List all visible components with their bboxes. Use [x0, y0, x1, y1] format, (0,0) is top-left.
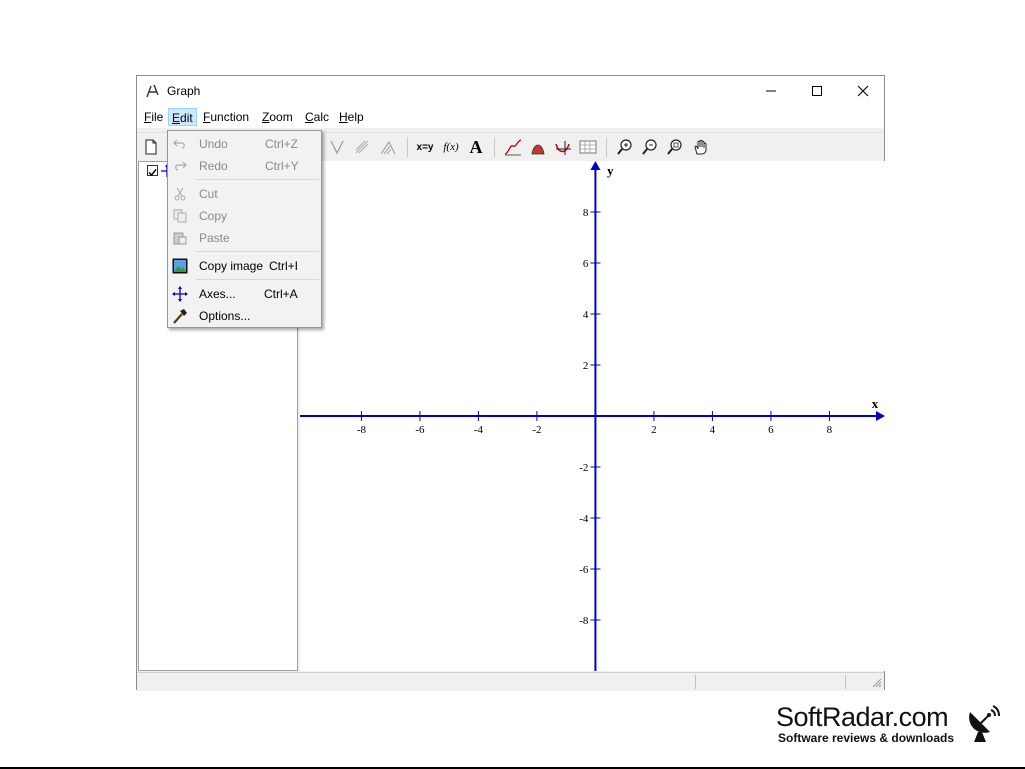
pan-hand-icon[interactable]	[691, 137, 711, 157]
menu-bar: File Edit Function Zoom Calc Help	[137, 106, 884, 128]
close-icon	[857, 85, 869, 97]
softradar-watermark: SoftRadar.com Software reviews & downloa…	[776, 702, 1006, 750]
menu-edit[interactable]: Edit	[168, 108, 197, 126]
maximize-button[interactable]	[794, 76, 840, 106]
watermark-tagline: Software reviews & downloads	[778, 731, 955, 745]
x-tick-label: -4	[474, 424, 484, 436]
axes-icon	[172, 286, 188, 302]
paste-icon	[172, 230, 188, 246]
watermark-brand: SoftRadar.com	[776, 702, 949, 732]
menu-calc[interactable]: Calc	[302, 108, 332, 126]
maximize-icon	[812, 86, 822, 96]
image-icon	[172, 258, 188, 274]
x-tick-label: -8	[357, 424, 367, 436]
copy-icon	[172, 208, 188, 224]
x-axis-label: x	[872, 396, 879, 411]
y-axis-label: y	[607, 163, 614, 178]
minimize-icon	[766, 90, 776, 92]
title-bar: Graph	[137, 76, 884, 106]
menu-item-cut[interactable]: Cut	[168, 183, 321, 205]
y-tick-label: 2	[583, 360, 589, 372]
x-tick-label: 6	[768, 424, 774, 436]
x-tick-label: 2	[651, 424, 657, 436]
graph-app-icon[interactable]	[145, 83, 161, 99]
x-axis-arrow	[876, 411, 885, 421]
y-tick-label: -6	[579, 564, 589, 576]
hammer-icon	[172, 308, 188, 324]
tangent-icon[interactable]	[327, 137, 347, 157]
resize-grip-icon[interactable]	[872, 677, 882, 691]
menu-item-undo[interactable]: Undo Ctrl+Z	[168, 133, 321, 155]
zoom-out-icon[interactable]	[640, 137, 660, 157]
y-tick-label: -2	[579, 462, 588, 474]
menu-function[interactable]: Function	[200, 108, 252, 126]
table-icon[interactable]	[578, 137, 598, 157]
insert-text-icon[interactable]: A	[466, 137, 486, 157]
menu-zoom[interactable]: Zoom	[259, 108, 296, 126]
menu-item-redo[interactable]: Redo Ctrl+Y	[168, 155, 321, 177]
menu-separator	[196, 251, 319, 252]
zoom-square-icon[interactable]	[665, 137, 685, 157]
coordinate-plane[interactable]: -8 -6 -4 -2 2 4 6 8 8 6 4 2 -2 -4 -6 -8 x y	[300, 161, 885, 671]
minimize-button[interactable]	[748, 76, 794, 106]
menu-item-copy[interactable]: Copy	[168, 205, 321, 227]
plot-area[interactable]: -8 -6 -4 -2 2 4 6 8 8 6 4 2 -2 -4 -6 -8 x y	[300, 161, 885, 671]
menu-item-axes[interactable]: Axes... Ctrl+A	[168, 283, 321, 305]
redo-icon	[172, 158, 188, 174]
close-button[interactable]	[840, 76, 886, 106]
y-tick-label: -8	[579, 615, 589, 627]
status-divider	[845, 675, 846, 689]
x-tick-label: -2	[532, 424, 541, 436]
menu-item-paste[interactable]: Paste	[168, 227, 321, 249]
x-tick-label: 4	[710, 424, 716, 436]
y-tick-label: 4	[583, 309, 589, 321]
toolbar-separator	[606, 137, 607, 157]
x-tick-label: 8	[827, 424, 833, 436]
new-file-icon[interactable]	[141, 137, 161, 157]
evaluate-fx-label[interactable]: f(x)	[441, 137, 461, 157]
menu-separator	[196, 279, 319, 280]
insert-shade-icon[interactable]	[528, 137, 548, 157]
y-tick-label: 6	[583, 258, 589, 270]
status-bar	[137, 672, 884, 691]
x-tick-label: -6	[415, 424, 425, 436]
scissors-icon	[172, 186, 188, 202]
evaluate-xy-label[interactable]: x=y	[415, 137, 435, 157]
y-tick-label: 8	[583, 207, 589, 219]
y-tick-label: -4	[579, 513, 589, 525]
toolbar-separator	[494, 137, 495, 157]
satellite-dish-icon	[964, 702, 1004, 747]
shading-icon[interactable]	[378, 137, 398, 157]
y-axis-arrow	[590, 161, 601, 170]
menu-help[interactable]: Help	[336, 108, 367, 126]
status-divider	[695, 675, 696, 689]
insert-tangent-icon[interactable]	[553, 137, 573, 157]
relation-icon[interactable]	[352, 137, 372, 157]
menu-item-options[interactable]: Options...	[168, 305, 321, 327]
toolbar-separator	[407, 137, 408, 157]
axes-visible-checkbox[interactable]	[147, 165, 158, 177]
menu-file[interactable]: File	[141, 108, 166, 126]
undo-icon	[172, 136, 188, 152]
zoom-in-icon[interactable]	[615, 137, 635, 157]
menu-item-copy-image[interactable]: Copy image Ctrl+I	[168, 255, 321, 277]
menu-separator	[196, 179, 319, 180]
insert-function-icon[interactable]	[503, 137, 523, 157]
edit-menu-dropdown: Undo Ctrl+Z Redo Ctrl+Y Cut Copy Paste C…	[167, 130, 322, 328]
window-title: Graph	[167, 84, 201, 98]
